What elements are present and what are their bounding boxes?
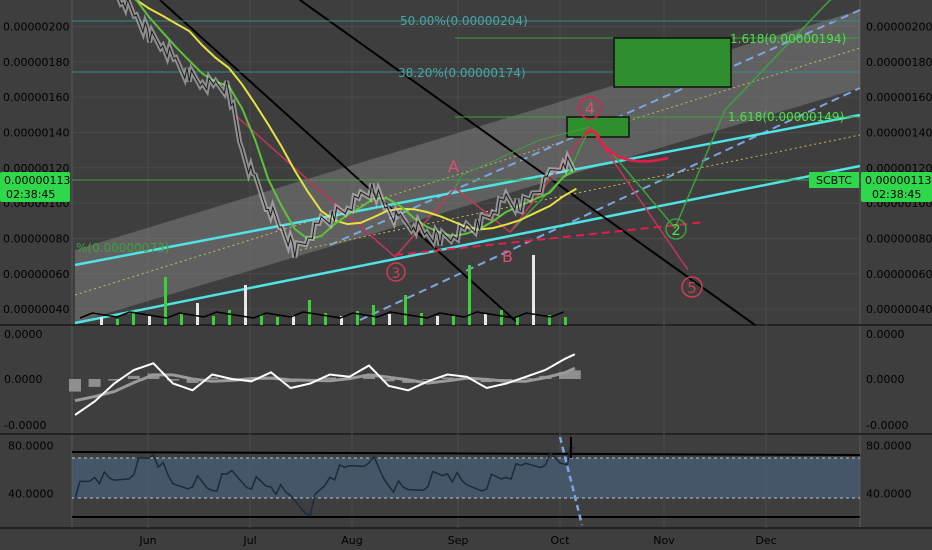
price-tick-label: 0.00000040 (3, 303, 69, 316)
volume-bar (484, 313, 487, 325)
time-tick-label: Nov (653, 534, 675, 547)
price-tick-label: 0.00000160 (866, 91, 932, 104)
time-tick-label: Sep (448, 534, 469, 547)
volume-bar (388, 314, 391, 325)
oscillator-tick-label: 0.0000 (4, 373, 43, 386)
volume-bar (404, 295, 407, 325)
price-tick-label: 0.00000200 (3, 20, 69, 33)
volume-bar (276, 317, 279, 325)
wave-label-4: 4 (585, 99, 595, 118)
rsi-tick-label: 40.0000 (866, 487, 912, 500)
fib-label-38: 38.20%(0.00000174) (398, 66, 526, 80)
current-price-right: 0.00000113 (865, 174, 931, 187)
rsi-tick-label: 80.0000 (8, 440, 54, 453)
fib-label-50: 50.00%(0.00000204) (400, 14, 528, 28)
projection-label-194: 1.618(0.00000194) (730, 32, 846, 46)
wave-label-2: 2 (671, 221, 681, 239)
oscillator-tick-label: -0.0000 (866, 419, 908, 432)
wave-label-5: 5 (687, 279, 697, 297)
oscillator-bar (323, 377, 336, 379)
volume-bar (196, 303, 199, 325)
chart-canvas[interactable]: 50.00%(0.00000204) 38.20%(0.00000174) %(… (0, 0, 932, 550)
oscillator-bar (88, 379, 101, 387)
price-tick-label: 0.00000080 (866, 232, 932, 245)
wave-label-3: 3 (392, 266, 401, 282)
rsi-tick-label: 40.0000 (8, 487, 54, 500)
time-tick-label: Jun (138, 534, 156, 547)
volume-bar (516, 317, 519, 325)
time-tick-label: Oct (550, 534, 570, 547)
volume-bar (420, 313, 423, 325)
fib-label-73: %(0.00000073) (76, 241, 169, 255)
projection-label-149: 1.618(0.00000149) (728, 110, 844, 124)
countdown-right: 02:38:45 (872, 188, 921, 201)
wave-label-a: A (448, 157, 459, 176)
volume-bar (452, 315, 455, 325)
price-tick-label: 0.00000040 (866, 303, 932, 316)
countdown-left: 02:38:45 (6, 188, 55, 201)
time-tick-label: Aug (341, 534, 362, 547)
price-tick-label: 0.00000200 (866, 20, 932, 33)
volume-bar (116, 319, 119, 325)
oscillator-bar (69, 379, 81, 392)
volume-bar (372, 305, 375, 325)
volume-bar (436, 316, 439, 325)
volume-bar (564, 317, 567, 325)
price-axis-left[interactable]: 0.000000400.000000600.000000800.00000100… (3, 20, 69, 316)
price-tick-label: 0.00000060 (866, 268, 932, 281)
current-price-badge-left[interactable]: 0.00000113 02:38:45 (0, 172, 70, 202)
volume-bar (212, 316, 215, 325)
price-tick-label: 0.00000140 (3, 126, 69, 139)
oscillator-bar (127, 375, 140, 379)
volume-bar (244, 285, 247, 325)
current-price-badge-right[interactable]: 0.00000113 02:38:45 (861, 172, 932, 202)
volume-bar (228, 310, 231, 325)
volume-bar (100, 317, 103, 325)
target-box-upper[interactable] (613, 37, 732, 88)
volume-bar (148, 315, 151, 325)
price-tick-label: 0.00000180 (866, 56, 932, 69)
price-tick-label: 0.00000060 (3, 268, 69, 281)
volume-bar (500, 310, 503, 325)
price-axis-right[interactable]: 0.000000400.000000600.000000800.00000100… (866, 20, 932, 316)
price-tick-label: 0.00000160 (3, 91, 69, 104)
symbol-badge[interactable]: SCBTC (809, 172, 859, 188)
time-tick-label: Dec (755, 534, 776, 547)
oscillator-tick-label: -0.0000 (4, 419, 46, 432)
wave-label-b: B (502, 247, 513, 266)
rsi-tick-label: 80.0000 (866, 440, 912, 453)
rsi-band (72, 458, 860, 498)
time-tick-label: Jul (242, 534, 256, 547)
current-price-left: 0.00000113 (4, 174, 70, 187)
oscillator-tick-label: 0.0000 (866, 328, 905, 341)
price-tick-label: 0.00000180 (3, 56, 69, 69)
oscillator-tick-label: 0.0000 (4, 328, 43, 341)
oscillator-tick-label: 0.0000 (866, 373, 905, 386)
price-tick-label: 0.00000140 (866, 126, 932, 139)
volume-bar (180, 313, 183, 325)
symbol-label: SCBTC (816, 174, 852, 187)
price-tick-label: 0.00000080 (3, 232, 69, 245)
